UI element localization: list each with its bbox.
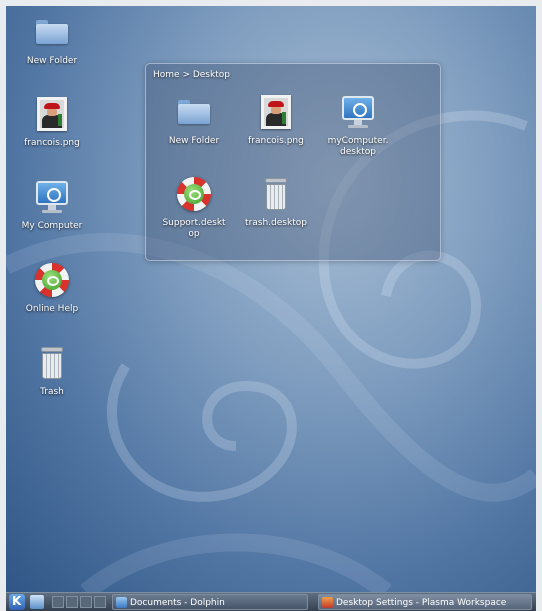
- trash-icon: [32, 343, 72, 383]
- pager-desktop-3[interactable]: [80, 596, 92, 608]
- pager-desktop-1[interactable]: [52, 596, 64, 608]
- folder-view-widget[interactable]: Home > Desktop New Folder francois.png m…: [145, 63, 441, 261]
- kde-logo-icon[interactable]: [9, 594, 25, 610]
- folder-view-item-support-desktop[interactable]: Support.deskt op: [162, 174, 226, 240]
- taskbar: Documents - Dolphin Desktop Settings - P…: [6, 592, 536, 611]
- task-label: Documents - Dolphin: [130, 598, 225, 608]
- task-documents-dolphin[interactable]: Documents - Dolphin: [112, 594, 308, 610]
- desktop-pager[interactable]: [52, 596, 110, 608]
- task-desktop-settings[interactable]: Desktop Settings - Plasma Workspace: [318, 594, 532, 610]
- desktop-icon-online-help[interactable]: Online Help: [10, 260, 94, 315]
- folder-view-item-mycomputer-desktop[interactable]: myComputer. desktop: [326, 92, 390, 158]
- folder-view-item-label: francois.png: [248, 136, 304, 146]
- folder-view-item-label: myComputer. desktop: [327, 136, 389, 157]
- desktop-icon-label: My Computer: [21, 221, 83, 231]
- folder-view-item-francois-png[interactable]: francois.png: [244, 92, 308, 147]
- folder-view-item-trash-desktop[interactable]: trash.desktop: [244, 174, 308, 229]
- image-icon: [256, 92, 296, 132]
- folder-icon: [174, 92, 214, 132]
- pager-desktop-4[interactable]: [94, 596, 106, 608]
- image-icon: [32, 94, 72, 134]
- pager-desktop-2[interactable]: [66, 596, 78, 608]
- settings-icon: [322, 597, 333, 608]
- folder-view-item-label: trash.desktop: [245, 218, 307, 228]
- computer-icon: [338, 92, 378, 132]
- folder-view-item-label: Support.deskt op: [162, 218, 226, 239]
- breadcrumb[interactable]: Home > Desktop: [153, 70, 230, 80]
- dolphin-icon: [116, 597, 127, 608]
- desktop: New Folder francois.png My Computer Onli…: [6, 6, 536, 592]
- computer-icon: [32, 177, 72, 217]
- desktop-icon-new-folder[interactable]: New Folder: [10, 12, 94, 67]
- help-icon: [32, 260, 72, 300]
- desktop-icon-francois-png[interactable]: francois.png: [10, 94, 94, 149]
- folder-icon: [32, 12, 72, 52]
- help-icon: [174, 174, 214, 214]
- desktop-icon-label: New Folder: [26, 56, 78, 66]
- folder-view-item-label: New Folder: [168, 136, 220, 146]
- task-label: Desktop Settings - Plasma Workspace: [336, 598, 507, 608]
- desktop-icon-trash[interactable]: Trash: [10, 343, 94, 398]
- desktop-icon-label: Trash: [40, 387, 64, 397]
- desktop-icon-my-computer[interactable]: My Computer: [10, 177, 94, 232]
- folder-view-item-new-folder[interactable]: New Folder: [162, 92, 226, 147]
- launcher-icon[interactable]: [30, 595, 44, 609]
- desktop-icon-label: francois.png: [24, 138, 80, 148]
- trash-icon: [256, 174, 296, 214]
- desktop-icon-label: Online Help: [25, 304, 79, 314]
